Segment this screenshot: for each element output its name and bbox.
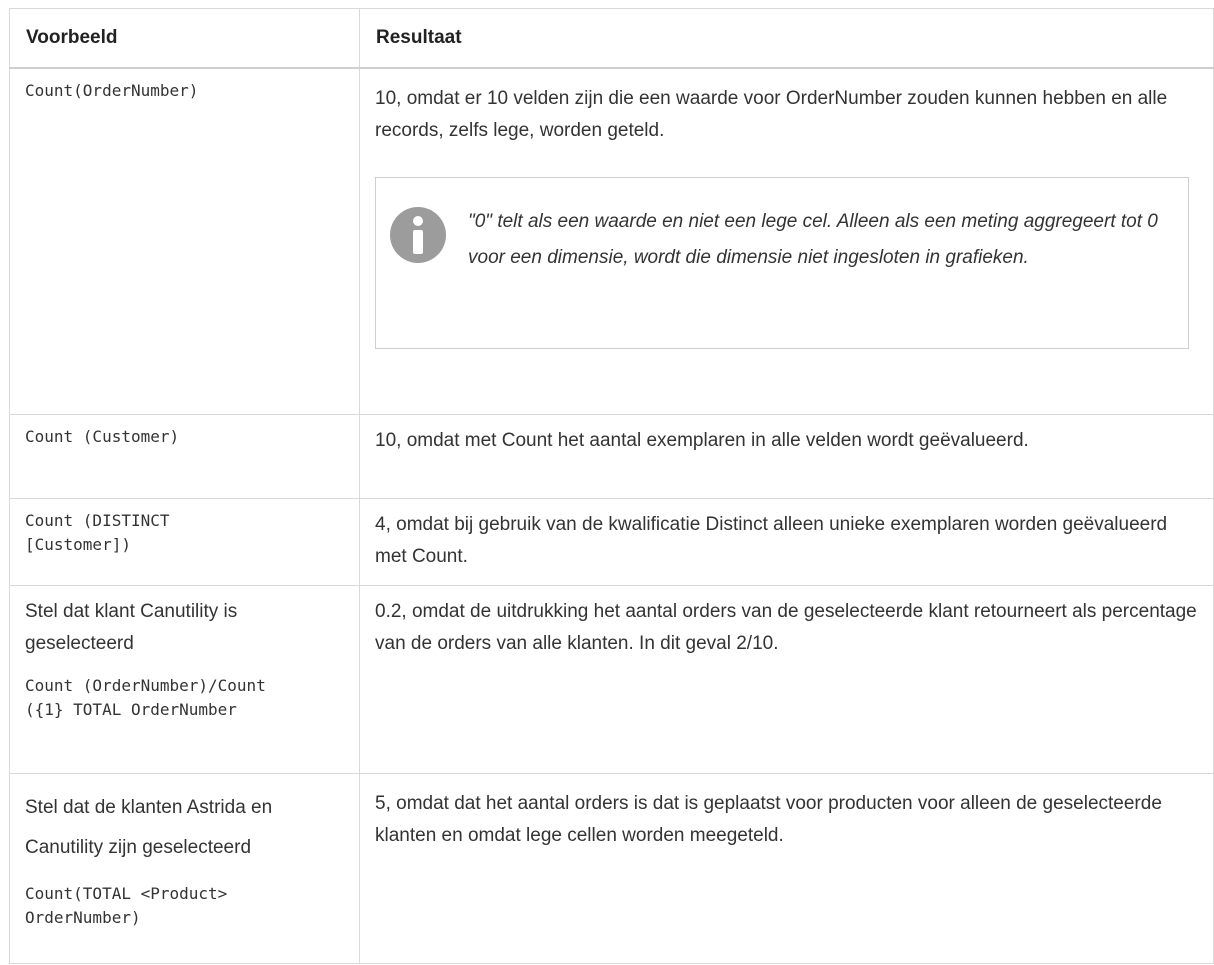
example-text: Stel dat klant Canutility is geselecteer… [25,600,238,654]
result-cell: 0.2, omdat de uitdrukking het aantal ord… [359,584,1214,774]
result-cell: 10, omdat er 10 velden zijn die een waar… [359,67,1214,415]
example-code: Count (DISTINCT [Customer]) [25,510,180,554]
result-text: 0.2, omdat de uitdrukking het aantal ord… [375,600,1197,654]
result-cell: 5, omdat dat het aantal orders is dat is… [359,772,1214,964]
example-code: Count(OrderNumber) [25,81,199,100]
result-text: 10, omdat er 10 velden zijn die een waar… [375,88,1168,141]
example-code: Count(TOTAL <Product> OrderNumber) [25,883,237,927]
header-resultaat: Resultaat [359,8,1214,69]
info-icon [390,207,446,263]
table-row: Count (Customer) 10, omdat met Count het… [9,413,1214,499]
result-cell: 10, omdat met Count het aantal exemplare… [359,413,1214,499]
example-cell: Count (DISTINCT [Customer]) [9,497,360,586]
result-text: 10, omdat met Count het aantal exemplare… [375,429,1029,451]
note-box: "0" telt als een waarde en niet een lege… [375,177,1189,349]
table-row: Stel dat klant Canutility is geselecteer… [9,584,1214,774]
example-cell: Count (Customer) [9,413,360,499]
example-cell: Stel dat de klanten Astrida en Canutilit… [9,772,360,964]
example-code: Count (Customer) [25,426,180,446]
note-text: "0" telt als een waarde en niet een lege… [468,211,1158,268]
result-text: 5, omdat dat het aantal orders is dat is… [375,792,1162,846]
table-row: Count (DISTINCT [Customer]) 4, omdat bij… [9,497,1214,586]
result-text: 4, omdat bij gebruik van de kwalificatie… [375,513,1168,567]
examples-table: Voorbeeld Resultaat Count(OrderNumber) 1… [9,8,1214,964]
header-voorbeeld: Voorbeeld [9,8,360,69]
example-cell: Count(OrderNumber) [9,67,360,415]
example-text: Stel dat de klanten Astrida en Canutilit… [25,796,273,858]
example-cell: Stel dat klant Canutility is geselecteer… [9,584,360,774]
table-header-row: Voorbeeld Resultaat [9,8,1214,69]
table-row: Stel dat de klanten Astrida en Canutilit… [9,772,1214,964]
table-row: Count(OrderNumber) 10, omdat er 10 velde… [9,67,1214,415]
result-cell: 4, omdat bij gebruik van de kwalificatie… [359,497,1214,586]
example-code: Count (OrderNumber)/Count ({1} TOTAL Ord… [25,675,276,719]
